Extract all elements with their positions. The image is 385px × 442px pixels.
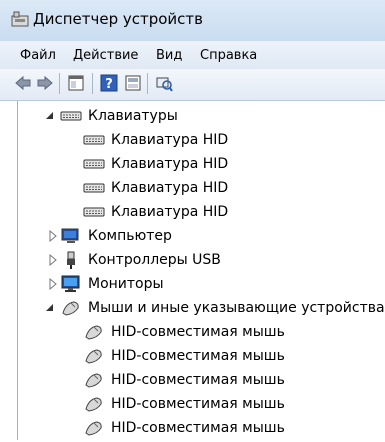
keyboard-icon	[83, 135, 105, 145]
expanded-arrow-icon[interactable]	[44, 302, 56, 314]
toolbar-separator	[59, 73, 60, 94]
device-tree: Клавиатуры Клавиатура HID Клавиатура HID…	[17, 101, 385, 440]
tree-leaf-mouse[interactable]: HID-совместимая мышь	[18, 346, 385, 370]
tree-node-label: Клавиатуры	[88, 108, 178, 124]
device-panel-icon[interactable]	[124, 74, 142, 92]
tree-leaf-mouse[interactable]: HID-совместимая мышь	[18, 322, 385, 346]
mouse-icon	[85, 373, 102, 388]
tree-leaf-label: Клавиатура HID	[111, 180, 229, 196]
tree-node-usb-controllers[interactable]: Контроллеры USB	[18, 250, 385, 274]
expanded-arrow-icon[interactable]	[44, 110, 56, 122]
device-manager-icon	[11, 11, 29, 27]
scan-hardware-icon[interactable]	[155, 74, 173, 92]
collapsed-arrow-icon[interactable]	[47, 230, 59, 242]
toolbar: ?	[0, 69, 385, 101]
menu-view[interactable]: Вид	[156, 48, 182, 63]
tree-leaf-label: HID-совместимая мышь	[111, 420, 285, 436]
forward-arrow-icon[interactable]	[36, 74, 54, 92]
tree-leaf-label: HID-совместимая мышь	[111, 348, 285, 364]
mouse-icon	[85, 421, 102, 436]
tree-leaf-keyboard[interactable]: Клавиатура HID	[18, 130, 385, 154]
keyboard-icon	[83, 207, 105, 217]
menu-action[interactable]: Действие	[73, 48, 138, 63]
mouse-icon	[62, 301, 79, 316]
tree-leaf-label: Клавиатура HID	[111, 156, 229, 172]
toolbar-separator	[147, 73, 148, 94]
tree-node-label: Контроллеры USB	[88, 252, 221, 268]
monitor-icon	[61, 275, 80, 292]
tree-leaf-keyboard[interactable]: Клавиатура HID	[18, 202, 385, 226]
mouse-icon	[85, 325, 102, 340]
tree-leaf-label: HID-совместимая мышь	[111, 372, 285, 388]
collapsed-arrow-icon[interactable]	[47, 278, 59, 290]
back-arrow-icon[interactable]	[14, 74, 32, 92]
tree-node-keyboards[interactable]: Клавиатуры	[18, 106, 385, 130]
help-icon[interactable]: ?	[100, 74, 118, 92]
tree-leaf-mouse[interactable]: HID-совместимая мышь	[18, 418, 385, 442]
tree-leaf-label: Клавиатура HID	[111, 132, 229, 148]
menu-help[interactable]: Справка	[200, 48, 257, 63]
tree-node-monitors[interactable]: Мониторы	[18, 274, 385, 298]
keyboard-icon	[83, 183, 105, 193]
svg-text:?: ?	[105, 77, 113, 92]
menu-bar: Файл Действие Вид Справка	[0, 41, 385, 69]
window-title: Диспетчер устройств	[33, 10, 204, 28]
toolbar-separator	[92, 73, 93, 94]
tree-leaf-label: HID-совместимая мышь	[111, 324, 285, 340]
tree-node-computer[interactable]: Компьютер	[18, 226, 385, 250]
tree-node-mice[interactable]: Мыши и иные указывающие устройства	[18, 298, 385, 322]
properties-panel-icon[interactable]	[67, 74, 85, 92]
usb-connector-icon	[67, 251, 75, 269]
computer-icon	[61, 228, 79, 243]
tree-leaf-keyboard[interactable]: Клавиатура HID	[18, 178, 385, 202]
tree-leaf-mouse[interactable]: HID-совместимая мышь	[18, 394, 385, 418]
tree-leaf-mouse[interactable]: HID-совместимая мышь	[18, 370, 385, 394]
mouse-icon	[85, 397, 102, 412]
keyboard-icon	[60, 111, 82, 121]
tree-leaf-label: HID-совместимая мышь	[111, 396, 285, 412]
tree-node-label: Мониторы	[88, 276, 164, 292]
tree-leaf-label: Клавиатура HID	[111, 204, 229, 220]
title-bar: Диспетчер устройств	[0, 0, 385, 41]
tree-node-label: Мыши и иные указывающие устройства	[88, 300, 385, 316]
collapsed-arrow-icon[interactable]	[47, 254, 59, 266]
tree-node-label: Компьютер	[88, 228, 172, 244]
menu-file[interactable]: Файл	[20, 48, 56, 63]
tree-leaf-keyboard[interactable]: Клавиатура HID	[18, 154, 385, 178]
mouse-icon	[85, 349, 102, 364]
keyboard-icon	[83, 159, 105, 169]
